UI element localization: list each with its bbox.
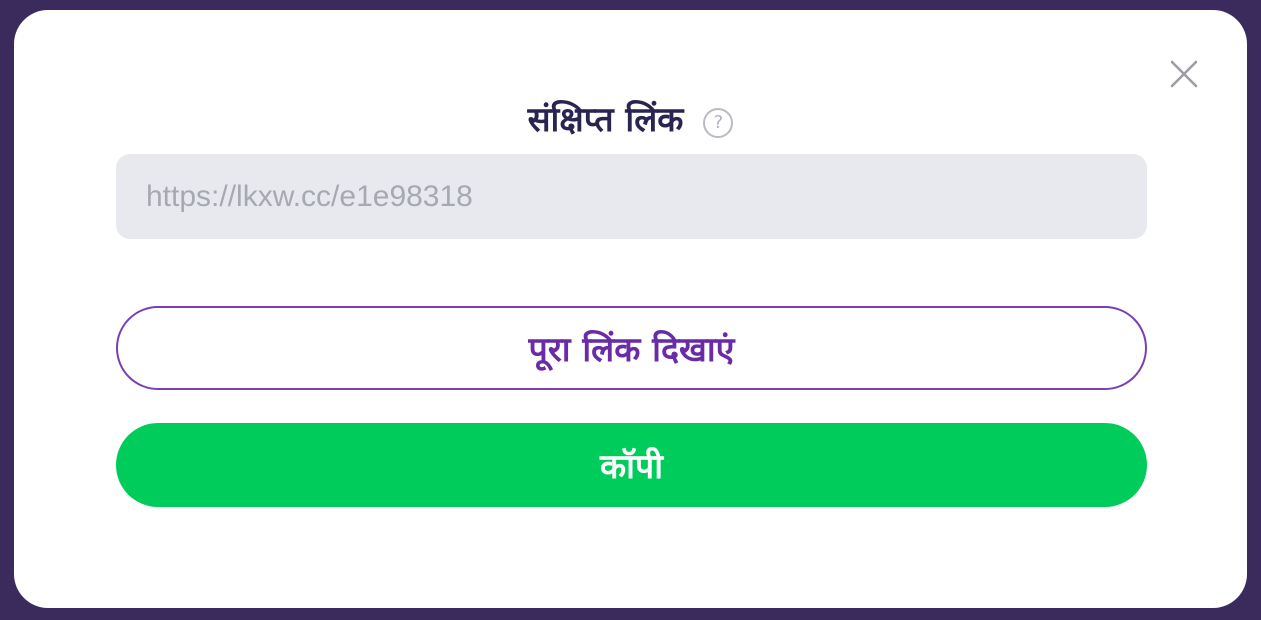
copy-label: कॉपी <box>599 447 664 487</box>
question-circle-icon[interactable]: ? <box>703 108 734 138</box>
short-link-value: https://lkxw.cc/e1e98318 <box>146 179 473 213</box>
copy-button[interactable]: कॉपी <box>116 423 1147 507</box>
dialog-header: संक्षिप्त लिंक ? <box>14 94 1247 146</box>
dialog-title: संक्षिप्त लिंक <box>527 100 684 140</box>
close-button[interactable] <box>1168 58 1200 90</box>
short-link-field[interactable]: https://lkxw.cc/e1e98318 <box>116 154 1147 239</box>
close-icon <box>1170 60 1198 88</box>
show-full-link-button[interactable]: पूरा लिंक दिखाएं <box>116 306 1147 390</box>
short-link-dialog: संक्षिप्त लिंक ? https://lkxw.cc/e1e9831… <box>14 10 1247 608</box>
help-glyph: ? <box>713 112 724 133</box>
show-full-link-label: पूरा लिंक दिखाएं <box>528 330 735 370</box>
